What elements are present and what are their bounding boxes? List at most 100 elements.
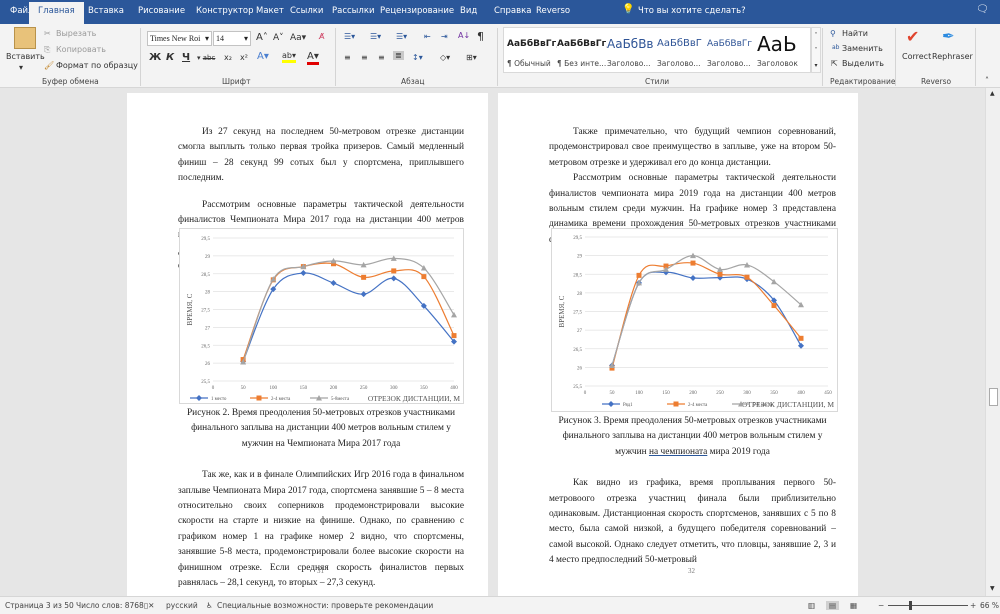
style-item[interactable]: АаБбВвГг, ¶ Обычный xyxy=(507,33,557,68)
tell-me-search[interactable]: Что вы хотите сделать? xyxy=(638,6,746,16)
rephraser-button[interactable]: Rephraser xyxy=(932,52,973,61)
tab-11[interactable]: Reverso xyxy=(536,6,570,16)
page-number: 31 xyxy=(317,567,324,575)
comments-icon[interactable]: 🗨 xyxy=(976,4,989,15)
correct-icon: ✔ xyxy=(906,27,920,46)
styles-scroll[interactable]: ˄ ˅ ▾ xyxy=(811,27,821,73)
tab-3[interactable]: Рисование xyxy=(138,6,185,16)
borders-button[interactable]: ⊞▾ xyxy=(466,53,477,62)
style-item[interactable]: АаБбВвГг Заголово... xyxy=(707,33,757,68)
language[interactable]: русский xyxy=(166,601,198,610)
zoom-slider-thumb[interactable] xyxy=(909,601,913,610)
increase-indent-button[interactable]: ⇥ xyxy=(441,32,448,41)
text-effects-button[interactable]: A▾ xyxy=(257,51,269,62)
paste-icon[interactable] xyxy=(14,27,36,49)
tab-5[interactable]: Макет xyxy=(256,6,284,16)
style-item[interactable]: АаБбВвГ Заголово... xyxy=(657,33,707,68)
cut-button[interactable]: Вырезать xyxy=(56,29,96,38)
zoom-out-button[interactable]: − xyxy=(878,601,884,610)
word-count[interactable]: Число слов: 8768 xyxy=(76,601,144,610)
proofing-icon[interactable]: ▯✕ xyxy=(144,601,154,610)
accessibility-status[interactable]: Специальные возможности: проверьте реком… xyxy=(217,601,433,610)
data-point xyxy=(300,270,307,277)
style-item[interactable]: АаБбВв Заголово... xyxy=(607,33,657,68)
format-painter-button[interactable]: Формат по образцу xyxy=(56,61,138,70)
bullets-button[interactable]: ☰▾ xyxy=(344,32,355,41)
shading-button[interactable]: ◇▾ xyxy=(440,53,450,62)
x-tick-label: 150 xyxy=(662,391,670,396)
x-tick-label: 50 xyxy=(241,386,247,391)
italic-button[interactable]: К xyxy=(166,52,174,63)
ribbon-tab-bar: Файл Главная Вставка Рисование Конструктор Ма… xyxy=(0,0,1000,24)
underline-button[interactable]: Ч xyxy=(182,52,190,63)
tab-1[interactable]: Главная xyxy=(29,2,84,24)
x-tick-label: 400 xyxy=(797,391,805,396)
highlight-button[interactable]: ab▾ xyxy=(282,51,296,63)
tab-6[interactable]: Ссылки xyxy=(290,6,323,16)
replace-button[interactable]: Заменить xyxy=(842,44,883,53)
vertical-scrollbar[interactable]: ▲ ▼ xyxy=(985,88,1000,596)
data-point xyxy=(256,395,262,401)
tab-9[interactable]: Вид xyxy=(460,6,477,16)
align-right-button[interactable]: ≡ xyxy=(378,53,385,62)
web-layout-icon[interactable]: ▦ xyxy=(850,601,857,610)
line-spacing-button[interactable]: ↕▾ xyxy=(412,53,423,62)
y-tick-label: 26,5 xyxy=(573,348,582,353)
y-tick-label: 28,5 xyxy=(201,273,210,278)
paragraph: Из 27 секунд на последнем 50-метровом от… xyxy=(178,127,464,184)
tab-4[interactable]: Конструктор xyxy=(196,6,254,16)
tab-2[interactable]: Вставка xyxy=(88,6,124,16)
paragraph: Как видно из графика, время проплывания … xyxy=(549,478,836,566)
justify-button[interactable]: ≣ xyxy=(393,51,404,60)
tab-10[interactable]: Справка xyxy=(494,6,531,16)
zoom-slider[interactable] xyxy=(888,605,968,606)
tab-8[interactable]: Рецензирование xyxy=(380,6,454,16)
shrink-font-button[interactable]: A˅ xyxy=(273,33,284,43)
select-icon: ⇱ xyxy=(831,59,838,68)
subscript-button[interactable]: x₂ xyxy=(224,53,232,62)
font-color-button[interactable]: A▾ xyxy=(307,51,319,65)
series-line-0 xyxy=(611,271,802,366)
status-bar: Страница 3 из 50 Число слов: 8768 ▯✕ рус… xyxy=(0,596,1000,614)
bold-button[interactable]: Ж xyxy=(149,52,161,63)
align-center-button[interactable]: ≡ xyxy=(361,53,368,62)
show-marks-button[interactable]: ¶ xyxy=(477,30,484,43)
print-layout-icon[interactable]: ▤ xyxy=(826,601,840,610)
change-case-button[interactable]: Aa▾ xyxy=(290,33,306,43)
chart-figure-3[interactable]: 25,5 26 26,5 27 27,5 28 28,5 29 29,5 0 50 100 150 200… xyxy=(551,228,838,412)
style-preview: АаЬ xyxy=(757,33,797,55)
scrollbar-thumb[interactable] xyxy=(989,388,998,406)
data-point xyxy=(717,271,723,277)
superscript-button[interactable]: x² xyxy=(240,53,248,62)
paste-button[interactable]: Вставить xyxy=(6,52,45,61)
decrease-indent-button[interactable]: ⇤ xyxy=(424,32,431,41)
sort-button[interactable]: A↓ xyxy=(458,31,470,40)
find-button[interactable]: Найти xyxy=(842,29,868,38)
font-size-select[interactable]: 14 ▾ xyxy=(213,31,251,46)
chart-figure-2[interactable]: 25,5 26 26,5 27 27,5 28 28,5 29 29,5 0 50 100 150 200… xyxy=(179,228,464,404)
zoom-level[interactable]: 66 % xyxy=(980,601,999,610)
font-group-label: Шрифт xyxy=(222,77,251,86)
editing-group-label: Редактирование xyxy=(830,77,896,86)
data-point xyxy=(636,272,642,278)
read-mode-icon[interactable]: ▥ xyxy=(808,601,815,610)
collapse-ribbon-icon[interactable]: ˄ xyxy=(985,76,989,85)
correct-button[interactable]: Correct xyxy=(902,52,931,61)
multilevel-list-button[interactable]: ☰▾ xyxy=(396,32,407,41)
paragraph: Также примечательно, что будущий чемпион… xyxy=(549,127,836,168)
font-name-select[interactable]: Times New Roi ▾ xyxy=(147,31,212,46)
clear-formatting-icon[interactable]: A̸ xyxy=(319,32,324,41)
page-31: Из 27 секунд на последнем 50-метровом от… xyxy=(127,93,488,596)
style-item[interactable]: АаЬ Заголовок xyxy=(757,33,807,68)
page-indicator[interactable]: Страница 3 из 50 xyxy=(5,601,74,610)
grow-font-button[interactable]: A˄ xyxy=(256,32,268,43)
styles-group-label: Стили xyxy=(645,77,670,86)
strikethrough-button[interactable]: ▾ abc xyxy=(197,54,215,62)
align-left-button[interactable]: ≡ xyxy=(344,53,351,62)
select-button[interactable]: Выделить xyxy=(842,59,884,68)
numbering-button[interactable]: ☰▾ xyxy=(370,32,381,41)
style-item[interactable]: АаБбВвГг, ¶ Без инте... xyxy=(557,33,607,68)
copy-button[interactable]: Копировать xyxy=(56,45,106,54)
zoom-in-button[interactable]: + xyxy=(970,601,976,610)
tab-7[interactable]: Рассылки xyxy=(332,6,374,16)
